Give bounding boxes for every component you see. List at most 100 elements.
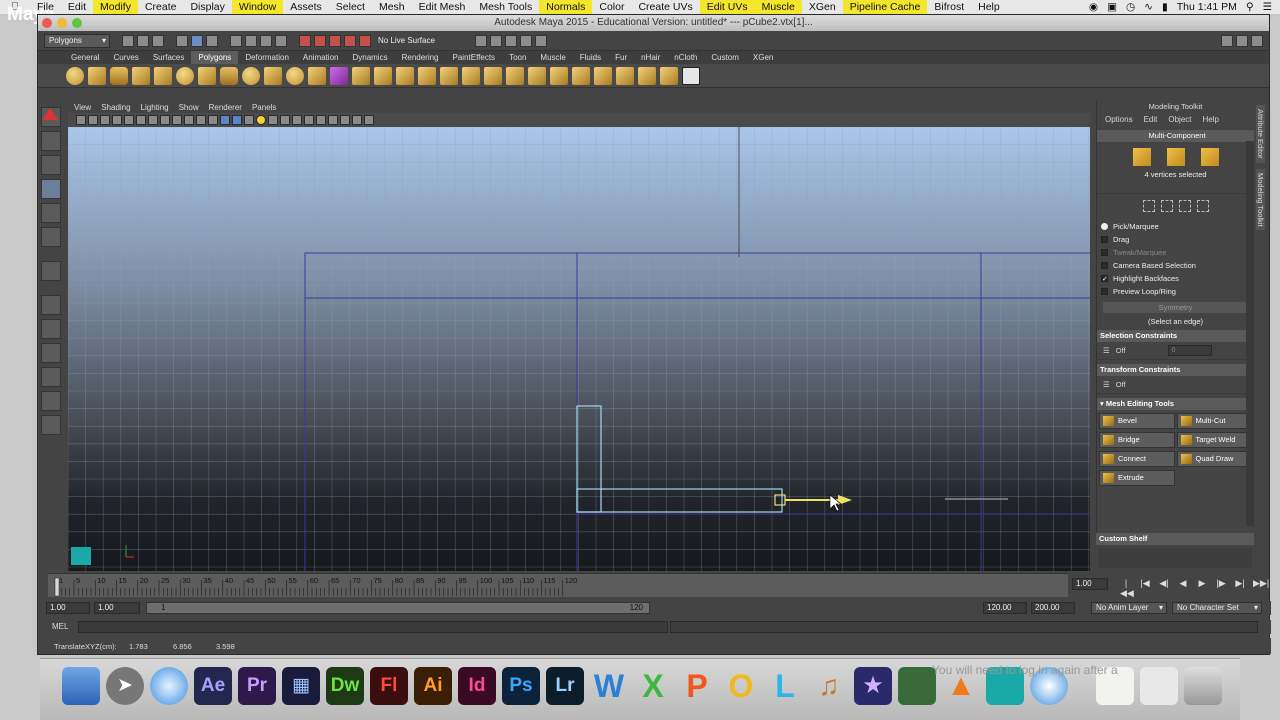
bevel-tool-button[interactable]: Bevel xyxy=(1099,413,1175,429)
multi-cut-tool-button[interactable]: Multi-Cut xyxy=(1176,413,1252,429)
lightroom-icon[interactable]: Lr xyxy=(546,667,584,705)
downloads-stack-icon[interactable] xyxy=(1140,667,1178,705)
photoshop-icon[interactable]: Ps xyxy=(502,667,540,705)
selected-face-vertical[interactable] xyxy=(576,405,602,513)
render-icon[interactable] xyxy=(489,34,502,47)
textured-icon[interactable] xyxy=(244,115,254,125)
step-back-frame-button[interactable]: ◀| xyxy=(1158,578,1170,599)
garageband-icon[interactable]: ♫ xyxy=(810,667,848,705)
clock[interactable]: Thu 1:41 PM xyxy=(1177,1,1237,13)
menu-edit[interactable]: Edit xyxy=(61,0,93,14)
record-icon[interactable]: ◉ xyxy=(1089,1,1098,13)
shelf-tab-surfaces[interactable]: Surfaces xyxy=(146,51,192,64)
quad-draw-tool-button[interactable]: Quad Draw xyxy=(1176,451,1252,467)
transform-constraints-header[interactable]: Transform Constraints xyxy=(1097,364,1254,376)
playback-end-field[interactable]: 120.00 xyxy=(983,602,1027,614)
panel-menu-shading[interactable]: Shading xyxy=(101,103,130,112)
live-surface-field[interactable]: No Live Surface xyxy=(374,36,439,45)
after-effects-icon[interactable]: Ae xyxy=(194,667,232,705)
snap-grid-icon[interactable] xyxy=(299,34,311,47)
attribute-editor-tab[interactable]: Attribute Editor xyxy=(1256,105,1265,163)
menu-color[interactable]: Color xyxy=(592,0,631,14)
xray-components-icon[interactable] xyxy=(364,115,374,125)
camera-based-selection-checkbox[interactable]: Camera Based Selection xyxy=(1097,259,1254,272)
shelf-tab-toon[interactable]: Toon xyxy=(502,51,533,64)
channel-box-icon[interactable] xyxy=(1236,34,1248,47)
safe-action-icon[interactable] xyxy=(184,115,194,125)
mirror-icon[interactable] xyxy=(440,66,458,85)
shelf-tab-xgen[interactable]: XGen xyxy=(746,51,780,64)
checker-map-icon[interactable] xyxy=(682,66,700,85)
duplicate-face-icon[interactable] xyxy=(616,66,634,85)
menu-window[interactable]: Window xyxy=(231,0,284,14)
notifications-icon[interactable]: ☰ xyxy=(1263,1,1272,13)
premiere-icon[interactable]: Pr xyxy=(238,667,276,705)
history-icon[interactable] xyxy=(474,34,487,47)
menu-muscle[interactable]: Muscle xyxy=(754,0,802,14)
selection-constraints-header[interactable]: Selection Constraints xyxy=(1097,330,1254,342)
single-perspective-layout-icon[interactable] xyxy=(41,295,61,315)
shelf-tab-fur[interactable]: Fur xyxy=(608,51,634,64)
outlook-icon[interactable]: O xyxy=(722,667,760,705)
highlight-backfaces-checkbox[interactable]: Highlight Backfaces xyxy=(1097,272,1254,286)
pick-marquee-radio[interactable]: Pick/Marquee xyxy=(1097,220,1254,233)
move-tool-icon[interactable] xyxy=(41,179,61,199)
toolkit-menu-object[interactable]: Object xyxy=(1168,115,1191,124)
depth-of-field-icon[interactable] xyxy=(316,115,326,125)
drag-radio[interactable]: Drag xyxy=(1097,233,1254,246)
menu-create-uvs[interactable]: Create UVs xyxy=(631,0,699,14)
save-scene-icon[interactable] xyxy=(152,34,164,47)
transform-constraints-dropdown[interactable]: Off xyxy=(1116,380,1126,389)
poly-sphere-icon[interactable] xyxy=(66,66,84,85)
average-vertices-icon[interactable] xyxy=(418,66,436,85)
perspective-viewport[interactable] xyxy=(68,127,1090,571)
edge-mode-icon[interactable] xyxy=(1166,148,1185,166)
select-tool-icon[interactable] xyxy=(41,107,61,127)
toolkit-menu-help[interactable]: Help xyxy=(1203,115,1219,124)
shelf-tab-painteffects[interactable]: PaintEffects xyxy=(446,51,503,64)
xray-joints-icon[interactable] xyxy=(352,115,362,125)
current-frame-marker[interactable] xyxy=(54,577,60,597)
modeling-toolkit-tab[interactable]: Modeling Toolkit xyxy=(1256,168,1265,231)
bridge-icon[interactable] xyxy=(484,66,502,85)
hypershade-icon[interactable] xyxy=(534,34,547,47)
go-to-start-button[interactable]: |◀◀ xyxy=(1120,578,1134,599)
animation-end-field[interactable]: 200.00 xyxy=(1031,602,1075,614)
snap-curve-icon[interactable] xyxy=(314,34,326,47)
drag-select-icon[interactable] xyxy=(1160,200,1173,212)
shelf-tab-rendering[interactable]: Rendering xyxy=(395,51,446,64)
step-back-key-button[interactable]: |◀ xyxy=(1139,578,1151,599)
wifi-icon[interactable]: ∿ xyxy=(1144,1,1153,13)
toolkit-menu-options[interactable]: Options xyxy=(1105,115,1133,124)
safari-icon[interactable] xyxy=(150,667,188,705)
panel-menu-view[interactable]: View xyxy=(74,103,91,112)
tweak-marquee-radio[interactable]: Tweak/Marquee xyxy=(1097,246,1254,259)
snap-plane-icon[interactable] xyxy=(344,34,356,47)
select-hierarchy-icon[interactable] xyxy=(176,34,188,47)
extrude-tool-button[interactable]: Extrude xyxy=(1099,470,1175,486)
isolate-select-icon[interactable] xyxy=(328,115,338,125)
custom-shelf-header[interactable]: Custom Shelf xyxy=(1096,533,1254,545)
lync-icon[interactable]: L xyxy=(766,667,804,705)
anim-layer-dropdown[interactable]: No Anim Layer xyxy=(1091,602,1167,614)
shelf-tab-muscle[interactable]: Muscle xyxy=(533,51,572,64)
poly-prism-icon[interactable] xyxy=(198,66,216,85)
shelf-tab-dynamics[interactable]: Dynamics xyxy=(345,51,394,64)
panel-menu-panels[interactable]: Panels xyxy=(252,103,276,112)
preview-loop-ring-checkbox[interactable]: Preview Loop/Ring xyxy=(1097,285,1254,298)
menu-set-dropdown[interactable]: Polygons xyxy=(44,33,110,48)
step-forward-key-button[interactable]: ▶| xyxy=(1234,578,1246,599)
persp-graph-layout-icon[interactable] xyxy=(41,367,61,387)
play-forwards-button[interactable]: ▶ xyxy=(1196,578,1208,599)
symmetry-button[interactable]: Symmetry xyxy=(1103,302,1248,313)
face-mode-icon[interactable] xyxy=(1200,148,1219,166)
menu-edit-mesh[interactable]: Edit Mesh xyxy=(412,0,473,14)
shelf-tab-general[interactable]: General xyxy=(64,51,106,64)
shadows-icon[interactable] xyxy=(268,115,278,125)
panel-menu-show[interactable]: Show xyxy=(179,103,199,112)
shelf-tab-fluids[interactable]: Fluids xyxy=(573,51,608,64)
menu-display[interactable]: Display xyxy=(183,0,231,14)
film-gate-icon[interactable] xyxy=(136,115,146,125)
poly-cone-icon[interactable] xyxy=(132,66,150,85)
selection-constraints-value[interactable]: 0 xyxy=(1167,345,1212,356)
